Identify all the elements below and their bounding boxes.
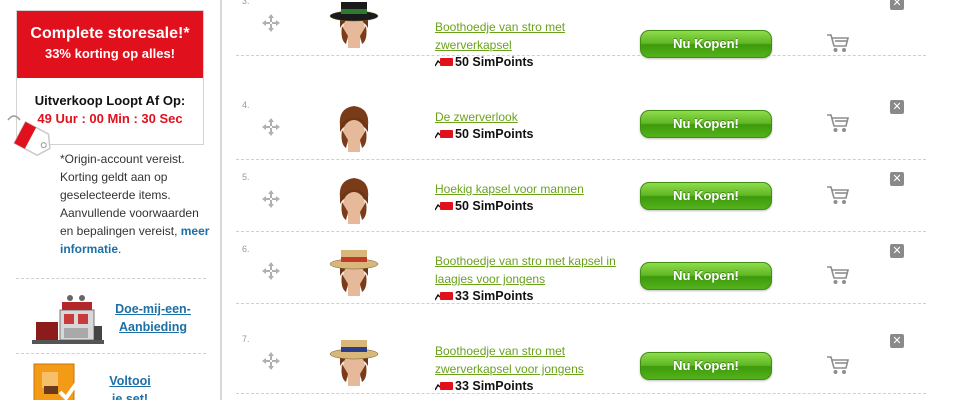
simpoints-icon <box>435 289 455 303</box>
item-row: 6. Boothoedje van stro met kapsel in laag… <box>236 236 926 304</box>
row-number: 3. <box>242 0 250 6</box>
move-icon[interactable] <box>262 262 280 280</box>
disclaimer-text: *Origin-account vereist. Korting geldt a… <box>60 152 199 238</box>
item-thumbnail[interactable] <box>328 100 380 152</box>
cart-icon[interactable] <box>826 354 850 376</box>
item-row: 5. Hoekig kapsel voor mannen 50 SimPoints N… <box>236 164 926 232</box>
sale-title: Complete storesale!* <box>30 25 190 42</box>
item-name-link[interactable]: Boothoedje van stro met zwerverkapsel <box>435 18 625 54</box>
item-thumbnail[interactable] <box>328 244 380 296</box>
item-price: 50 SimPoints <box>435 198 534 214</box>
simpoints-icon <box>435 379 455 393</box>
complete-set-promo: Voltooi je set! <box>16 362 206 400</box>
buy-now-button[interactable]: Nu Kopen! <box>640 182 772 210</box>
item-row: 4. De zwerverlook 50 SimPoints Nu Kopen! ✕ <box>236 92 926 160</box>
row-number: 4. <box>242 100 250 110</box>
row-number: 5. <box>242 172 250 182</box>
item-price: 33 SimPoints <box>435 288 534 304</box>
sale-banner: Complete storesale!* 33% korting op alle… <box>17 11 203 78</box>
move-icon[interactable] <box>262 352 280 370</box>
sidebar-divider <box>16 278 206 279</box>
remove-item-icon[interactable]: ✕ <box>890 172 904 186</box>
deal-of-day-promo: Doe-mij-een-Aanbieding <box>16 286 206 354</box>
buy-now-button[interactable]: Nu Kopen! <box>640 262 772 290</box>
item-name-link[interactable]: Boothoedje van stro met kapsel in laagje… <box>435 252 625 288</box>
remove-item-icon[interactable]: ✕ <box>890 100 904 114</box>
item-name-link[interactable]: Hoekig kapsel voor mannen <box>435 180 625 198</box>
move-icon[interactable] <box>262 14 280 32</box>
shop-stall-icon[interactable] <box>30 292 106 346</box>
buy-now-button[interactable]: Nu Kopen! <box>640 110 772 138</box>
remove-item-icon[interactable]: ✕ <box>890 244 904 258</box>
sale-ends-label: Uitverkoop Loopt Af Op: <box>34 93 186 108</box>
wishlist-main: 3. Boothoedje van stro met zwerverkapsel 5… <box>220 0 960 400</box>
row-number: 6. <box>242 244 250 254</box>
item-row: 7. Boothoedje van stro met zwerverkapsel … <box>236 326 926 394</box>
column-divider <box>220 0 222 400</box>
move-icon[interactable] <box>262 118 280 136</box>
item-thumbnail[interactable] <box>328 334 380 386</box>
disclaimer: *Origin-account vereist. Korting geldt a… <box>60 150 210 258</box>
buy-now-button[interactable]: Nu Kopen! <box>640 352 772 380</box>
complete-set-link[interactable]: Voltooi je set! <box>106 372 154 400</box>
simpoints-icon <box>435 127 455 141</box>
move-icon[interactable] <box>262 190 280 208</box>
price-text: 50 SimPoints <box>455 199 534 213</box>
price-tag-icon <box>7 115 51 157</box>
sale-subtitle: 33% korting op alles! <box>44 46 176 61</box>
furniture-set-icon[interactable] <box>32 362 80 400</box>
disclaimer-suffix: . <box>118 242 122 256</box>
simpoints-icon <box>435 55 455 69</box>
item-price: 50 SimPoints <box>435 54 534 70</box>
remove-item-icon[interactable]: ✕ <box>890 0 904 10</box>
item-price: 50 SimPoints <box>435 126 534 142</box>
item-price: 33 SimPoints <box>435 378 534 394</box>
cart-icon[interactable] <box>826 32 850 54</box>
sidebar: Complete storesale!* 33% korting op alle… <box>0 0 215 400</box>
item-thumbnail[interactable] <box>328 0 380 48</box>
row-number: 7. <box>242 334 250 344</box>
item-name-link[interactable]: Boothoedje van stro met zwerverkapsel vo… <box>435 342 625 378</box>
price-text: 33 SimPoints <box>455 379 534 393</box>
item-row: 3. Boothoedje van stro met zwerverkapsel 5… <box>236 0 926 69</box>
remove-item-icon[interactable]: ✕ <box>890 334 904 348</box>
price-text: 50 SimPoints <box>455 127 534 141</box>
cart-icon[interactable] <box>826 112 850 134</box>
simpoints-icon <box>435 199 455 213</box>
deal-of-day-link[interactable]: Doe-mij-een-Aanbieding <box>112 300 194 336</box>
price-text: 33 SimPoints <box>455 289 534 303</box>
buy-now-button[interactable]: Nu Kopen! <box>640 30 772 58</box>
price-text: 50 SimPoints <box>455 55 534 69</box>
item-name-link[interactable]: De zwerverlook <box>435 108 625 126</box>
cart-icon[interactable] <box>826 264 850 286</box>
item-thumbnail[interactable] <box>328 172 380 224</box>
cart-icon[interactable] <box>826 184 850 206</box>
